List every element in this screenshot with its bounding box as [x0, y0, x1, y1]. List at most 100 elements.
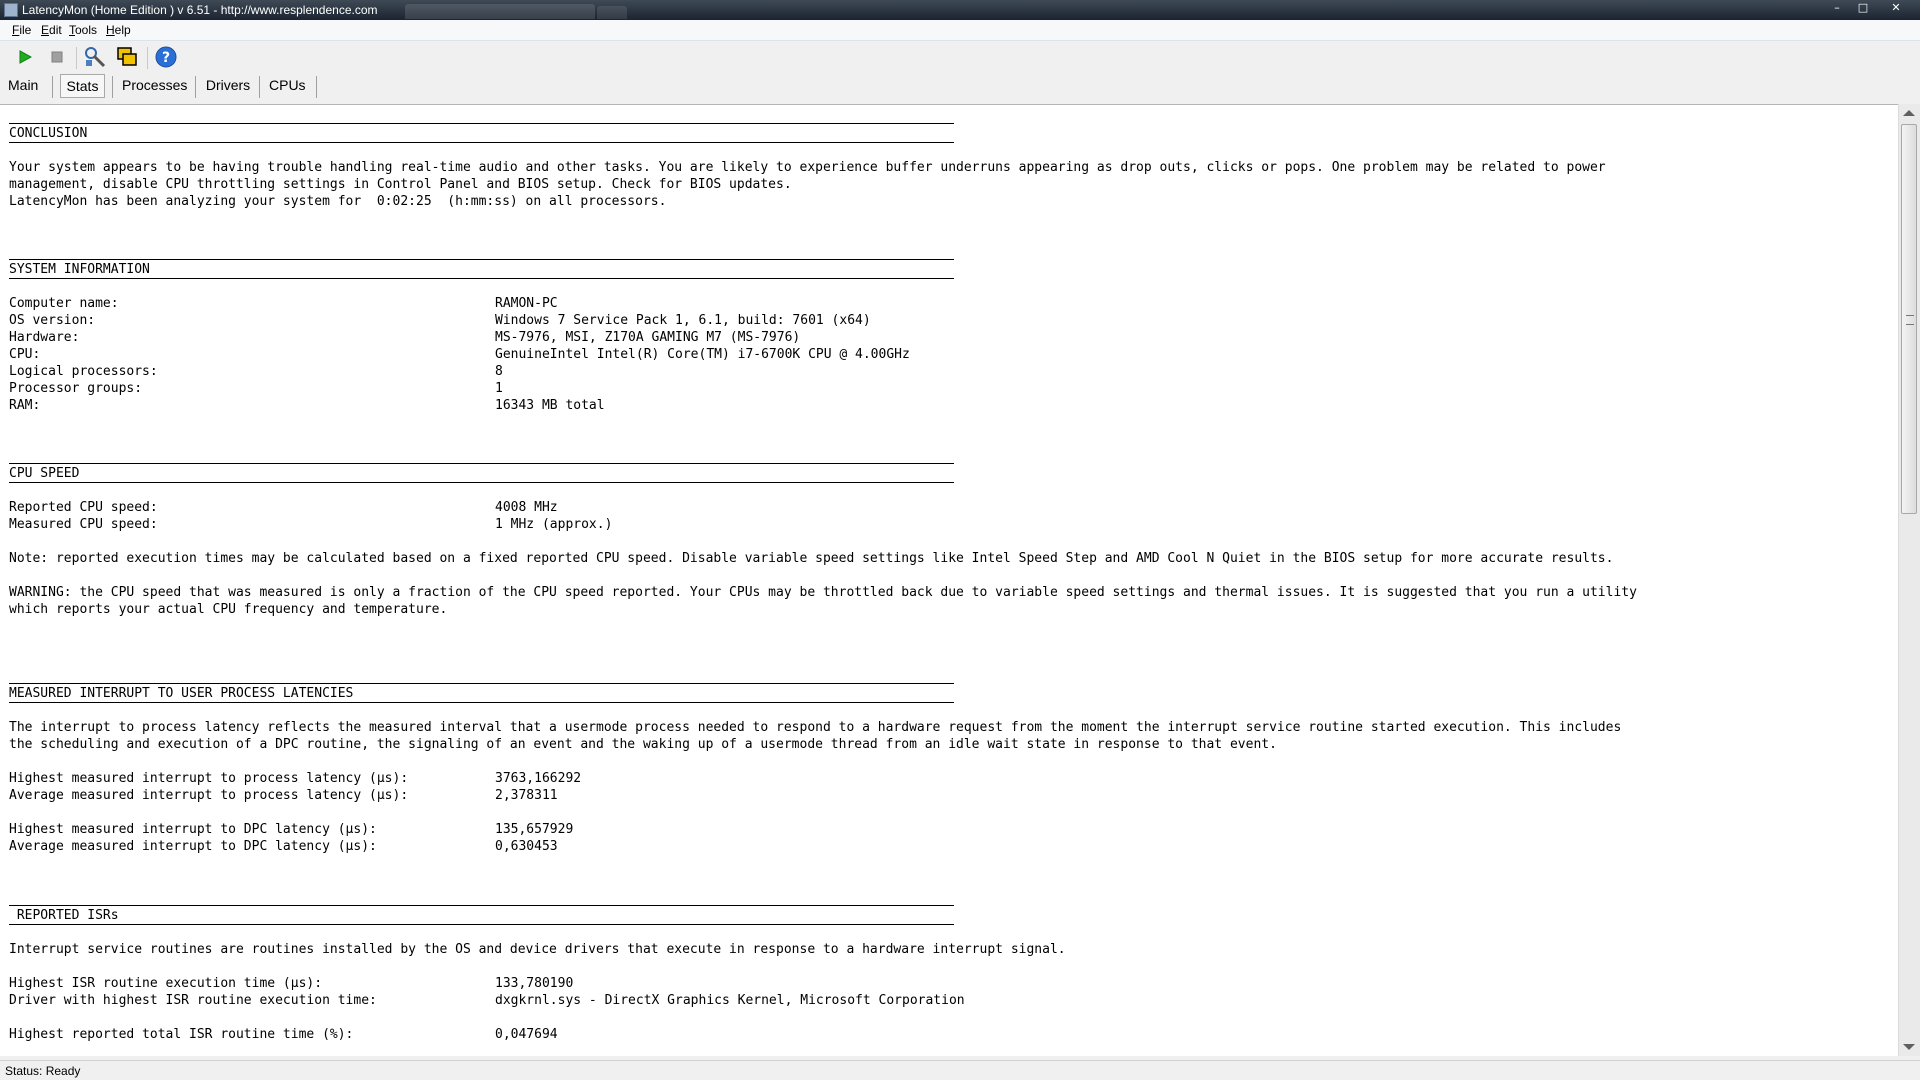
section-heading-conclusion: CONCLUSION	[9, 126, 88, 141]
help-icon: ?	[155, 46, 177, 68]
info-value: 8	[495, 364, 503, 379]
latency-description-line: the scheduling and execution of a DPC ro…	[9, 737, 1277, 752]
info-value: MS-7976, MSI, Z170A GAMING M7 (MS-7976)	[495, 330, 801, 345]
latency-description-line: The interrupt to process latency reflect…	[9, 720, 1622, 735]
info-value: 0,047694	[495, 1027, 558, 1042]
tab-bar: Main Stats Processes Drivers CPUs	[0, 74, 1920, 98]
status-text: Status: Ready	[5, 1064, 81, 1078]
info-row-processor-groups: Processor groups: 1	[9, 380, 503, 397]
info-label: Highest measured interrupt to DPC latenc…	[9, 822, 377, 837]
close-button[interactable]: ✕	[1876, 0, 1916, 16]
app-icon[interactable]	[4, 3, 18, 17]
tab-main[interactable]: Main	[4, 74, 39, 98]
info-label: Reported CPU speed:	[9, 500, 158, 515]
title-bar: LatencyMon (Home Edition ) v 6.51 - http…	[0, 0, 1920, 20]
info-value: 4008 MHz	[495, 500, 558, 515]
conclusion-text-line: LatencyMon has been analyzing your syste…	[9, 194, 667, 209]
window-controls: – □ ✕	[1824, 0, 1916, 18]
info-row-reported-cpu-speed: Reported CPU speed: 4008 MHz	[9, 499, 558, 516]
stop-icon	[51, 51, 63, 63]
info-row-highest-isr-driver: Driver with highest ISR routine executio…	[9, 992, 965, 1009]
vertical-scrollbar[interactable]	[1898, 104, 1920, 1056]
section-rule	[9, 278, 954, 279]
tab-drivers[interactable]: Drivers	[201, 74, 255, 98]
menu-tools[interactable]: Tools	[69, 23, 97, 37]
section-rule	[9, 482, 954, 483]
scroll-down-icon[interactable]	[1903, 1044, 1915, 1050]
info-value: GenuineIntel Intel(R) Core(TM) i7-6700K …	[495, 347, 910, 362]
windows-button[interactable]	[115, 45, 139, 69]
section-rule	[9, 123, 954, 124]
info-row-highest-dpc-latency: Highest measured interrupt to DPC latenc…	[9, 821, 573, 838]
menu-bar: File Edit Tools Help	[0, 20, 1920, 41]
background-window-tab	[597, 6, 627, 19]
info-label: Average measured interrupt to DPC latenc…	[9, 839, 377, 854]
info-value: 3763,166292	[495, 771, 582, 786]
stop-button[interactable]	[45, 45, 69, 69]
section-rule	[9, 924, 954, 925]
info-label: Highest ISR routine execution time (µs):	[9, 976, 323, 991]
section-heading-interrupt-latencies: MEASURED INTERRUPT TO USER PROCESS LATEN…	[9, 686, 354, 701]
cpu-speed-note: Note: reported execution times may be ca…	[9, 551, 1614, 566]
menu-edit[interactable]: Edit	[41, 23, 62, 37]
scroll-up-icon[interactable]	[1903, 110, 1915, 116]
minimize-button[interactable]: –	[1824, 0, 1850, 16]
info-value: 2,378311	[495, 788, 558, 803]
info-value: 1 MHz (approx.)	[495, 517, 613, 532]
menu-file[interactable]: File	[12, 23, 31, 37]
menu-help[interactable]: Help	[106, 23, 131, 37]
start-button[interactable]	[13, 45, 37, 69]
window-title: LatencyMon (Home Edition ) v 6.51 - http…	[22, 3, 378, 17]
scrollbar-thumb[interactable]	[1901, 124, 1917, 514]
tab-separator	[195, 76, 196, 98]
windows-icon	[117, 47, 137, 66]
tools-button[interactable]	[83, 45, 107, 69]
info-label: CPU:	[9, 347, 41, 362]
info-label: Highest reported total ISR routine time …	[9, 1027, 354, 1042]
toolbar: ?	[0, 41, 1920, 74]
section-rule	[9, 463, 954, 464]
tab-stats[interactable]: Stats	[60, 74, 105, 98]
info-value: 1	[495, 381, 503, 396]
info-row-measured-cpu-speed: Measured CPU speed: 1 MHz (approx.)	[9, 516, 612, 533]
menu-access-key: H	[106, 23, 115, 37]
tab-cpus[interactable]: CPUs	[265, 74, 309, 98]
section-rule	[9, 259, 954, 260]
info-label: RAM:	[9, 398, 41, 413]
status-bar: Status: Ready	[0, 1060, 1920, 1080]
info-row-average-process-latency: Average measured interrupt to process la…	[9, 787, 558, 804]
background-window-tab	[405, 4, 595, 19]
info-value: dxgkrnl.sys - DirectX Graphics Kernel, M…	[495, 993, 965, 1008]
toolbar-separator	[76, 47, 77, 69]
cpu-speed-warning-line: WARNING: the CPU speed that was measured…	[9, 585, 1637, 600]
info-row-highest-process-latency: Highest measured interrupt to process la…	[9, 770, 581, 787]
tools-icon	[85, 47, 106, 68]
info-label: Processor groups:	[9, 381, 143, 396]
section-rule	[9, 702, 954, 703]
section-heading-cpu-speed: CPU SPEED	[9, 466, 80, 481]
info-row-average-dpc-latency: Average measured interrupt to DPC latenc…	[9, 838, 558, 855]
menu-access-key: T	[69, 23, 75, 37]
stats-report-panel[interactable]: CONCLUSION Your system appears to be hav…	[0, 104, 1898, 1056]
info-row-os-version: OS version: Windows 7 Service Pack 1, 6.1…	[9, 312, 871, 329]
info-row-computer-name: Computer name: RAMON-PC	[9, 295, 558, 312]
conclusion-text-line: management, disable CPU throttling setti…	[9, 177, 792, 192]
play-icon	[19, 50, 32, 64]
section-rule	[9, 683, 954, 684]
tab-processes[interactable]: Processes	[118, 74, 190, 98]
info-row-highest-isr-time: Highest ISR routine execution time (µs):…	[9, 975, 573, 992]
tab-separator	[112, 76, 113, 98]
tab-separator	[316, 76, 317, 98]
info-label: Hardware:	[9, 330, 80, 345]
toolbar-separator	[147, 47, 148, 69]
info-row-hardware: Hardware: MS-7976, MSI, Z170A GAMING M7 (…	[9, 329, 800, 346]
info-label: Computer name:	[9, 296, 119, 311]
help-button[interactable]: ?	[154, 45, 178, 69]
section-heading-system-information: SYSTEM INFORMATION	[9, 262, 150, 277]
maximize-button[interactable]: □	[1850, 0, 1876, 16]
info-label: Highest measured interrupt to process la…	[9, 771, 409, 786]
info-label: Driver with highest ISR routine executio…	[9, 993, 377, 1008]
conclusion-text-line: Your system appears to be having trouble…	[9, 160, 1606, 175]
tab-separator	[52, 76, 53, 98]
info-value: 16343 MB total	[495, 398, 605, 413]
